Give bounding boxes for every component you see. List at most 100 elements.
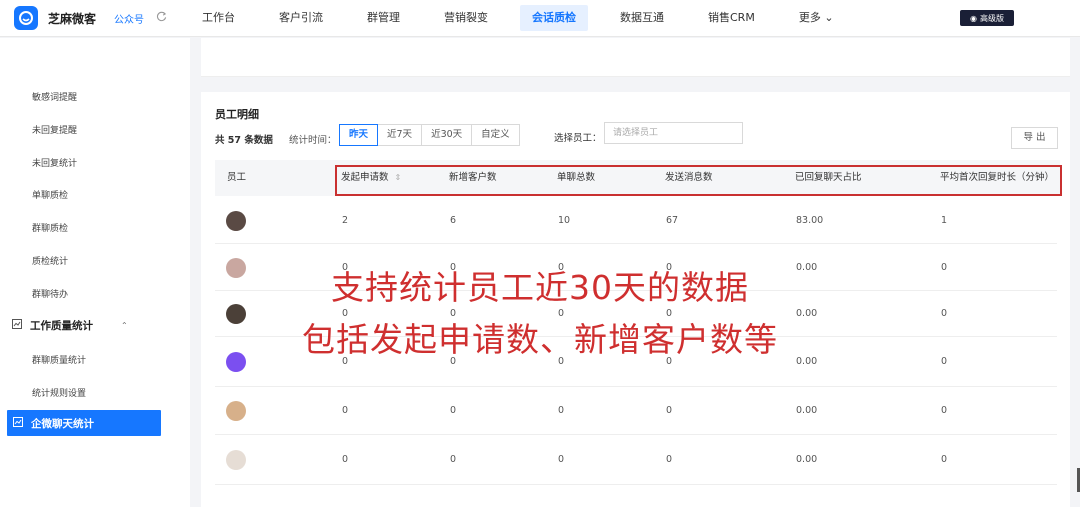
pro-version-badge[interactable]: ◉ 高级版 [960,10,1014,26]
table-cell: 2 [342,215,349,226]
table-cell: 0 [342,356,349,367]
sidebar-group-work-quality[interactable]: 工作质量统计 ⌃ [12,318,128,333]
nav-item[interactable]: 更多 ⌄ [787,5,846,31]
table-cell: 0 [558,454,565,465]
column-header-messages-sent: 发送消息数 [665,172,713,183]
nav-item[interactable]: 会话质检 [520,5,588,31]
nav-item[interactable]: 客户引流 [267,5,335,31]
table-cell: 0 [558,308,565,319]
time-range-option[interactable]: 近7天 [377,124,423,146]
nav-item[interactable]: 群管理 [355,5,412,31]
record-count: 共 57 条数据 [215,135,273,146]
account-switcher[interactable]: 公众号 [114,11,144,26]
employee-avatar[interactable] [226,401,246,421]
table-cell: 0 [666,356,673,367]
nav-item[interactable]: 数据互通 [608,5,676,31]
time-range-selector: 昨天 近7天 近30天 自定义 [339,124,520,146]
crown-icon: ◉ [970,13,977,23]
table-cell: 0 [450,356,457,367]
table-cell: 0 [342,405,349,416]
chart-icon [12,319,22,332]
table-cell: 0 [342,262,349,273]
nav-item-label: 会话质检 [532,11,576,24]
table-cell: 0 [558,262,565,273]
table-cell: 0 [941,308,948,319]
employee-avatar[interactable] [226,304,246,324]
sidebar-item-qc-stats[interactable]: 质检统计 [32,254,68,267]
nav-item-label: 销售CRM [708,11,755,24]
table-cell: 0.00 [796,262,818,273]
sidebar-item-sensitive-words[interactable]: 敏感词提醒 [32,90,77,103]
section-title: 员工明细 [215,108,259,121]
table-cell: 0 [450,308,457,319]
table-cell: 0 [941,356,948,367]
table-row: 0 0 0 0 0.00 0 [215,291,1057,337]
table-cell: 10 [558,215,571,226]
sidebar-item-single-chat-qc[interactable]: 单聊质检 [32,188,68,201]
employee-select[interactable]: 请选择员工 [604,122,743,144]
sort-icon[interactable]: ⇕ [395,173,402,182]
table-row: 0 0 0 0 0.00 0 [215,245,1057,291]
switch-account-icon[interactable] [156,11,167,25]
table-cell: 0 [666,405,673,416]
column-header-single-chats: 单聊总数 [557,172,596,183]
time-range-label: 统计时间： [289,135,337,146]
nav-item[interactable]: 销售CRM [696,5,767,31]
nav-item-label: 工作台 [202,11,235,24]
time-range-option[interactable]: 近30天 [421,124,473,146]
table-row: 2 6 10 67 83.00 1 [215,198,1057,244]
top-navigation-bar: 芝麻微客 公众号 工作台 客户引流 群管理 营销裂变 会话质检 数据互通 销售CRM 更多 ⌄… [0,0,1080,37]
table-cell: 83.00 [796,215,824,226]
table-cell: 0 [666,308,673,319]
nav-item[interactable]: 营销裂变 [432,5,500,31]
employee-select-label: 选择员工： [554,133,602,144]
sidebar-item-wecom-chat-stats[interactable]: 企微聊天统计 [7,410,161,436]
time-range-option[interactable]: 自定义 [471,124,520,146]
table-cell: 67 [666,215,679,226]
employee-avatar[interactable] [226,450,246,470]
time-range-option[interactable]: 昨天 [339,124,379,146]
table-header: 员工 发起申请数 ⇕ 新增客户数 单聊总数 发送消息数 已回复聊天占比 平均首次回… [215,160,1060,196]
sidebar-item-group-quality-stats[interactable]: 群聊质量统计 [32,353,86,366]
nav-item-label: 群管理 [367,11,400,24]
app-name: 芝麻微客 [48,11,97,26]
table-cell: 0 [450,262,457,273]
nav-item-label: 客户引流 [279,11,323,24]
employee-avatar[interactable] [226,352,246,372]
table-row: 0 0 0 0 0.00 0 [215,435,1057,485]
table-cell: 6 [450,215,457,226]
chevron-up-icon: ⌃ [121,321,128,330]
sidebar-item-unreplied-stats[interactable]: 未回复统计 [32,156,77,169]
column-header-requests[interactable]: 发起申请数 ⇕ [341,160,401,196]
main-nav: 工作台 客户引流 群管理 营销裂变 会话质检 数据互通 销售CRM 更多 ⌄ [190,0,866,37]
sidebar: 敏感词提醒 未回复提醒 未回复统计 单聊质检 群聊质检 质检统计 群聊待办 工作… [0,38,190,507]
nav-item[interactable]: 工作台 [190,5,247,31]
chevron-down-icon: ⌄ [820,11,834,24]
export-button[interactable]: 导 出 [1011,127,1058,149]
table-cell: 0 [941,262,948,273]
table-cell: 0 [342,308,349,319]
sidebar-item-stats-rules[interactable]: 统计规则设置 [32,386,86,399]
table-cell: 0.00 [796,405,818,416]
table-cell: 0 [558,356,565,367]
sidebar-item-group-todo[interactable]: 群聊待办 [32,287,68,300]
column-header-avg-first-reply: 平均首次回复时长（分钟） [940,172,1055,183]
employee-avatar[interactable] [226,211,246,231]
table-cell: 0 [558,405,565,416]
table-cell: 1 [941,215,948,226]
sidebar-item-group-chat-qc[interactable]: 群聊质检 [32,221,68,234]
summary-card [201,38,1070,77]
table-cell: 0 [450,454,457,465]
employee-avatar[interactable] [226,258,246,278]
nav-item-label: 营销裂变 [444,11,488,24]
table-cell: 0 [666,262,673,273]
nav-item-label: 数据互通 [620,11,664,24]
nav-item-label: 更多 [798,11,821,24]
table-cell: 0 [450,405,457,416]
table-cell: 0 [941,454,948,465]
table-cell: 0.00 [796,356,818,367]
table-cell: 0.00 [796,454,818,465]
table-row: 0 0 0 0 0.00 0 [215,337,1057,387]
app-logo-icon[interactable] [14,6,38,30]
sidebar-item-unreplied-alert[interactable]: 未回复提醒 [32,123,77,136]
